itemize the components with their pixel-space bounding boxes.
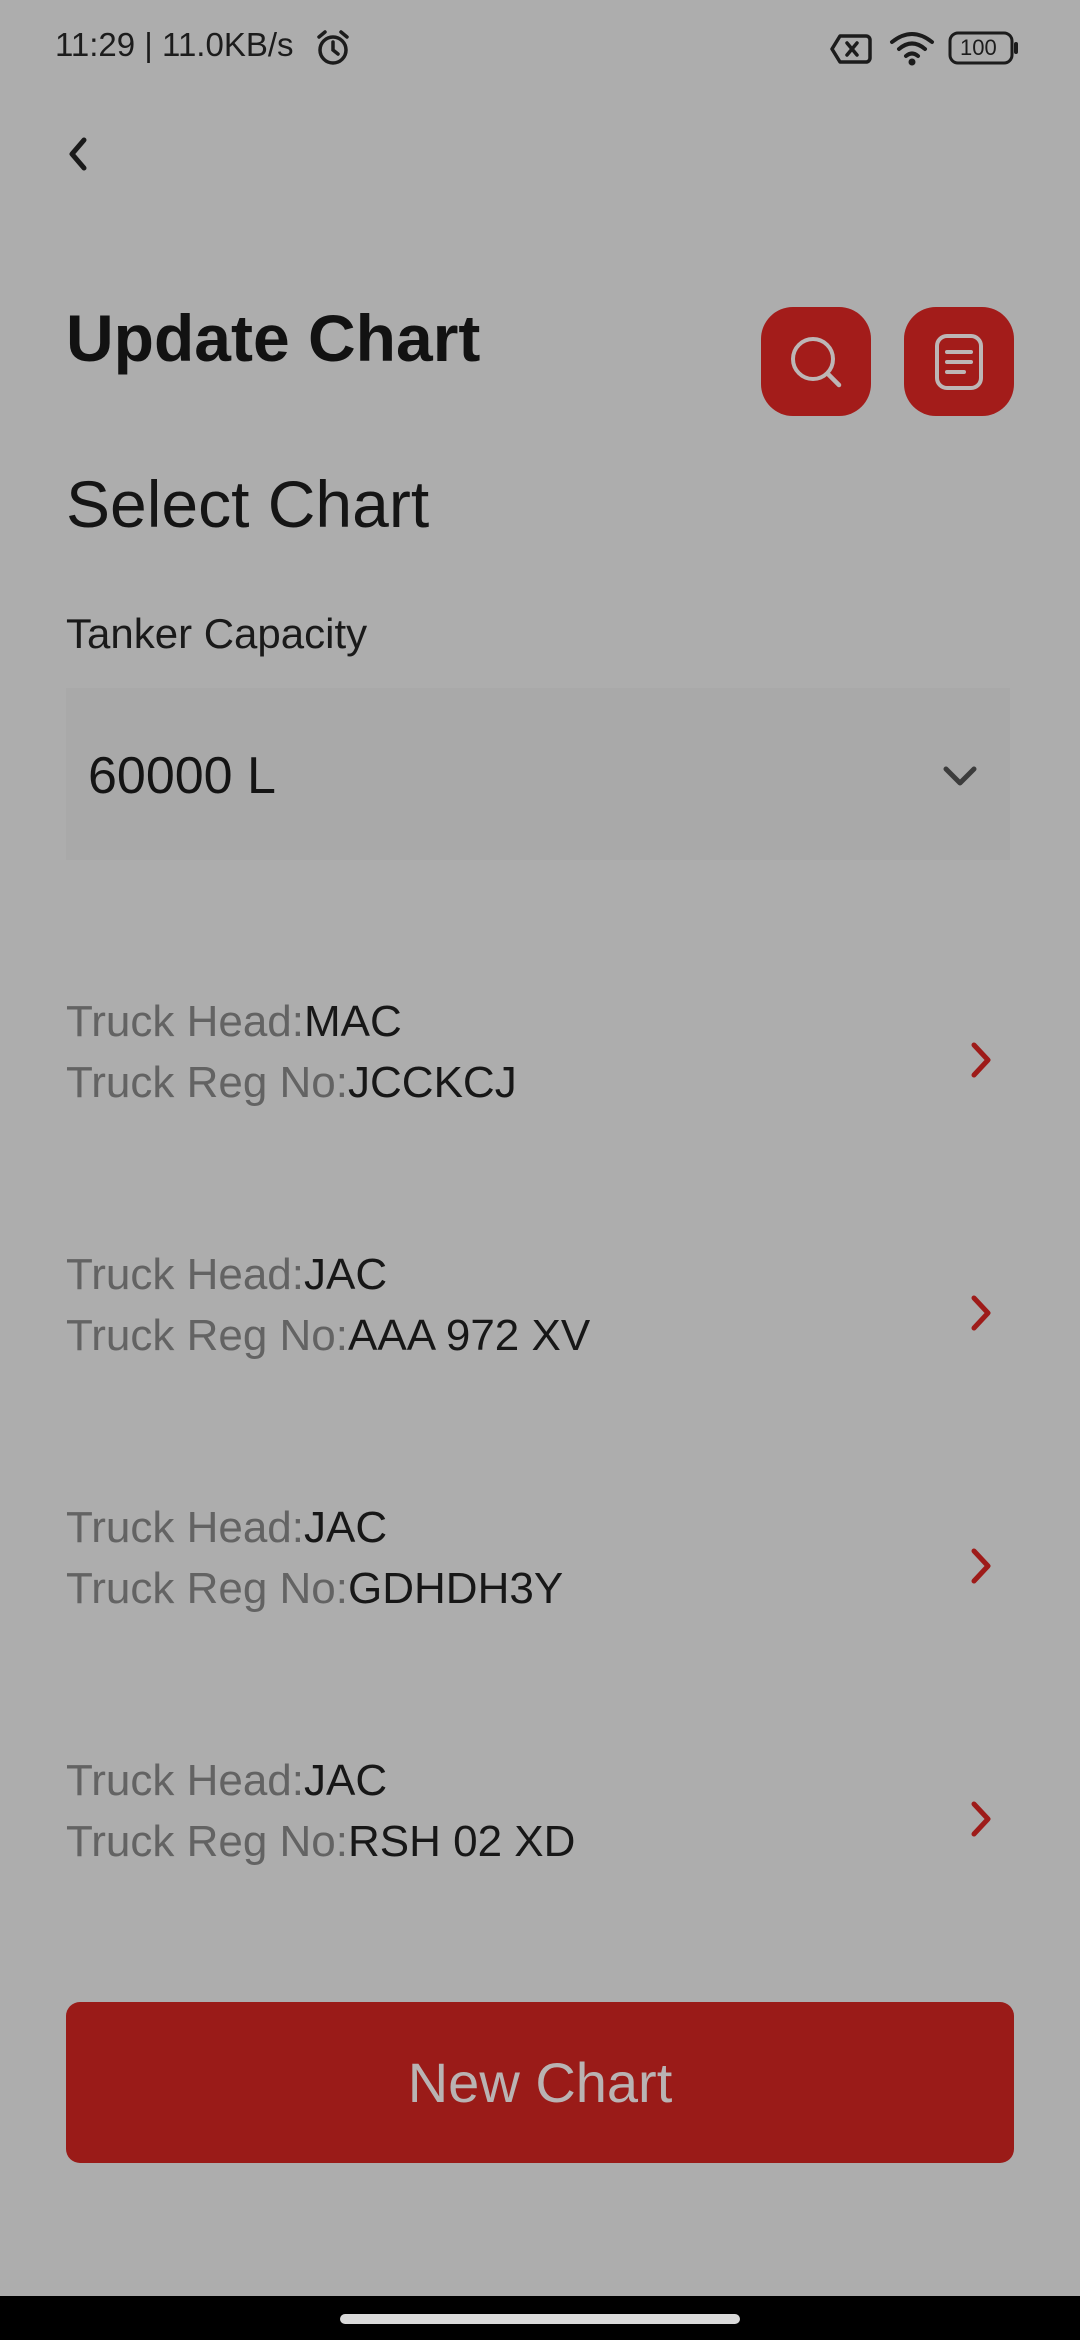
tanker-capacity-label: Tanker Capacity xyxy=(66,610,368,657)
truck-head-label: Truck Head: xyxy=(66,1756,305,1805)
truck-list-item[interactable]: Truck Head:JAC Truck Reg No:RSH 02 XD xyxy=(66,1719,1010,1919)
page-title: Update Chart xyxy=(66,301,481,375)
chevron-down-icon xyxy=(940,756,980,796)
document-icon xyxy=(935,333,983,390)
status-bar: 11:29 | 11.0KB/s 100 xyxy=(0,0,1080,96)
truck-reg-line: Truck Reg No:AAA 972 XV xyxy=(66,1311,590,1361)
truck-reg-label: Truck Reg No: xyxy=(66,1058,349,1107)
back-button[interactable] xyxy=(48,124,108,184)
home-indicator[interactable] xyxy=(340,2314,740,2324)
chevron-right-icon xyxy=(960,1539,1000,1593)
truck-head-value: MAC xyxy=(304,997,402,1046)
no-sim-icon xyxy=(830,28,874,73)
truck-reg-value: AAA 972 XV xyxy=(348,1311,591,1360)
truck-head-label: Truck Head: xyxy=(66,1503,305,1552)
truck-reg-label: Truck Reg No: xyxy=(66,1817,349,1866)
truck-head-label: Truck Head: xyxy=(66,1250,305,1299)
tanker-capacity-dropdown[interactable]: 60000 L xyxy=(66,688,1010,860)
truck-reg-line: Truck Reg No:GDHDH3Y xyxy=(66,1564,563,1614)
truck-reg-line: Truck Reg No:RSH 02 XD xyxy=(66,1817,575,1867)
truck-head-line: Truck Head:MAC xyxy=(66,997,402,1047)
status-time: 11:29 | 11.0KB/s xyxy=(55,26,294,63)
truck-head-label: Truck Head: xyxy=(66,997,305,1046)
truck-list-item[interactable]: Truck Head:JAC Truck Reg No:AAA 972 XV xyxy=(66,1213,1010,1413)
truck-head-value: JAC xyxy=(304,1250,388,1299)
new-chart-button[interactable]: New Chart xyxy=(66,2002,1014,2163)
truck-reg-value: RSH 02 XD xyxy=(348,1817,576,1866)
truck-list-item[interactable]: Truck Head:JAC Truck Reg No:GDHDH3Y xyxy=(66,1466,1010,1666)
search-icon xyxy=(791,336,842,387)
truck-reg-label: Truck Reg No: xyxy=(66,1564,349,1613)
chevron-left-icon xyxy=(69,137,87,171)
truck-reg-value: JCCKCJ xyxy=(348,1058,517,1107)
battery-icon: 100 xyxy=(948,30,1020,71)
document-button[interactable] xyxy=(904,307,1014,416)
wifi-icon xyxy=(888,28,936,73)
section-title: Select Chart xyxy=(66,467,430,541)
system-nav-bar xyxy=(0,2296,1080,2340)
truck-head-line: Truck Head:JAC xyxy=(66,1250,387,1300)
truck-head-line: Truck Head:JAC xyxy=(66,1503,387,1553)
chevron-right-icon xyxy=(960,1792,1000,1846)
alarm-icon xyxy=(313,28,353,68)
truck-list-item[interactable]: Truck Head:MAC Truck Reg No:JCCKCJ xyxy=(66,960,1010,1160)
truck-reg-line: Truck Reg No:JCCKCJ xyxy=(66,1058,517,1108)
truck-reg-label: Truck Reg No: xyxy=(66,1311,349,1360)
dropdown-selected-value: 60000 L xyxy=(88,747,276,805)
chevron-right-icon xyxy=(960,1033,1000,1087)
truck-head-value: JAC xyxy=(304,1503,388,1552)
truck-head-line: Truck Head:JAC xyxy=(66,1756,387,1806)
truck-reg-value: GDHDH3Y xyxy=(348,1564,564,1613)
battery-level: 100 xyxy=(960,35,997,60)
search-button[interactable] xyxy=(761,307,871,416)
chevron-right-icon xyxy=(960,1286,1000,1340)
truck-head-value: JAC xyxy=(304,1756,388,1805)
